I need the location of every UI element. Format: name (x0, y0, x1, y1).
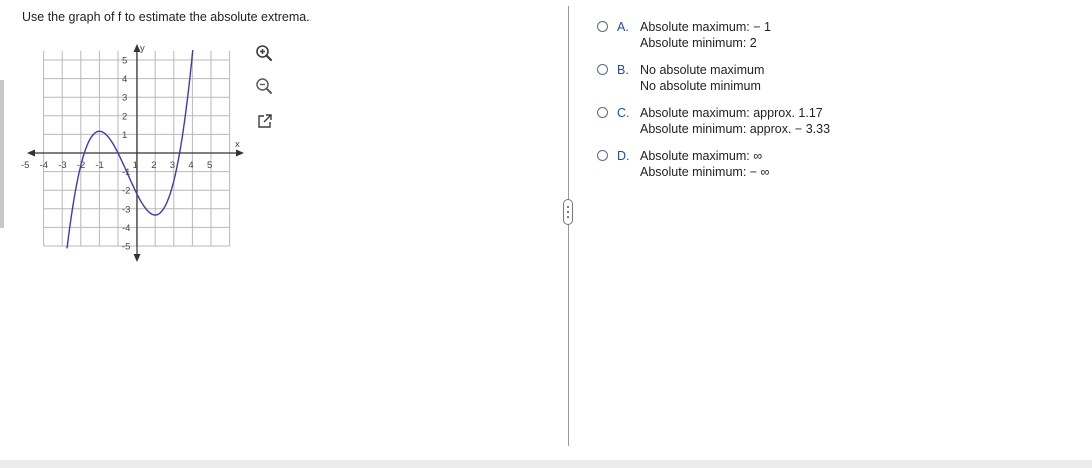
option-c-letter: C. (617, 106, 630, 120)
y-tick-label: 5 (122, 56, 127, 67)
x-axis-label: x (235, 139, 240, 150)
function-graph: -5 -4 -3 -2 -1 1 2 3 4 554321-1-2-3-4-5 x y (21, 43, 244, 262)
x-tick-label: 5 (207, 160, 212, 171)
y-tick-label: 2 (122, 111, 127, 122)
y-tick-label: -3 (122, 204, 130, 215)
x-axis-arrow-left (27, 149, 35, 157)
y-axis-label: y (140, 43, 145, 54)
y-tick-label: 3 (122, 93, 127, 104)
option-a-radio[interactable] (597, 21, 608, 32)
option-b-letter: B. (617, 63, 629, 77)
option-c-line1: Absolute maximum: approx. 1.17 (640, 106, 823, 120)
y-tick-label: -4 (122, 223, 130, 234)
x-tick-label: -5 (21, 160, 29, 171)
zoom-in-button[interactable] (254, 43, 274, 63)
x-tick-label: 3 (170, 160, 175, 171)
external-link-icon (258, 114, 272, 128)
option-b-line2: No absolute minimum (640, 79, 761, 93)
option-d-line2: Absolute minimum: − ∞ (640, 165, 770, 179)
x-tick-label: 1 (133, 160, 138, 171)
option-a-line2: Absolute minimum: 2 (640, 36, 757, 50)
x-tick-label: -4 (40, 160, 48, 171)
bottom-bar (0, 460, 1092, 468)
y-tick-label: 1 (122, 130, 127, 141)
y-tick-label: 4 (122, 74, 127, 85)
option-b-line1: No absolute maximum (640, 63, 765, 77)
x-tick-label: -3 (58, 160, 66, 171)
option-c-radio[interactable] (597, 107, 608, 118)
option-b-radio[interactable] (597, 64, 608, 75)
option-d-radio[interactable] (597, 150, 608, 161)
x-tick-label: 4 (188, 160, 193, 171)
option-d-line1: Absolute maximum: ∞ (640, 149, 763, 163)
y-tick-label: -2 (122, 186, 130, 197)
zoom-out-button[interactable] (254, 76, 274, 96)
graph-tick-labels: -5 -4 -3 -2 -1 1 2 3 4 554321-1-2-3-4-5 (21, 56, 212, 253)
x-tick-label: 2 (151, 160, 156, 171)
option-a-letter: A. (617, 20, 629, 34)
panel-divider (568, 6, 569, 446)
y-axis-arrow-down (133, 254, 141, 262)
zoom-in-icon (256, 45, 273, 62)
zoom-out-icon (256, 78, 272, 94)
option-c-line2: Absolute minimum: approx. − 3.33 (640, 122, 831, 136)
divider-drag-handle[interactable] (563, 199, 573, 225)
x-tick-label: -1 (95, 160, 103, 171)
option-d-letter: D. (617, 149, 630, 163)
y-tick-label: -5 (122, 242, 130, 253)
open-graph-button[interactable] (255, 112, 275, 132)
option-a-line1: Absolute maximum: − 1 (640, 20, 771, 34)
x-axis-arrow-right (236, 149, 244, 157)
